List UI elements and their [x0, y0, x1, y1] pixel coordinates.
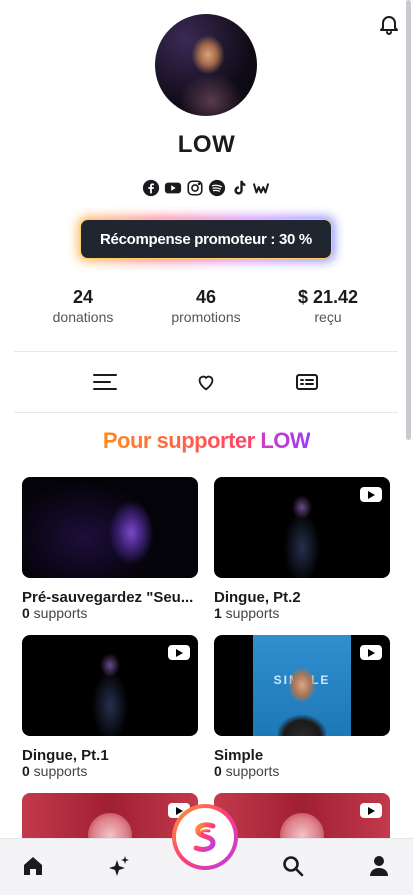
nav-search[interactable]	[280, 853, 306, 879]
wattpad-icon[interactable]	[252, 179, 270, 197]
card-supports: 0 supports	[22, 764, 198, 779]
youtube-icon	[360, 645, 382, 660]
card-thumbnail: SIMPLE	[214, 635, 390, 736]
stat-value: 46	[195, 287, 217, 307]
support-label: supports	[221, 605, 280, 621]
tab-list[interactable]	[90, 366, 120, 398]
card-title: Simple	[214, 747, 264, 764]
support-label: supports	[29, 763, 88, 779]
section-title-artist: LOW	[260, 428, 311, 453]
card-thumbnail	[214, 477, 390, 578]
support-label: supports	[221, 763, 280, 779]
stat-donations: 24 donations	[23, 287, 143, 325]
nav-center-logo[interactable]	[172, 804, 238, 870]
profile-tabs	[0, 366, 413, 398]
card-supports: 0 supports	[22, 606, 198, 621]
stat-label: reçu	[314, 309, 342, 325]
app-logo-icon	[193, 822, 216, 852]
card-supports: 1 supports	[214, 606, 390, 621]
cover-portrait	[278, 663, 326, 736]
search-icon	[283, 856, 304, 877]
bell-icon[interactable]	[377, 12, 401, 36]
nav-profile[interactable]	[366, 853, 392, 879]
support-label: supports	[29, 605, 88, 621]
card-thumbnail	[22, 635, 198, 736]
stat-promotions: 46 promotions	[146, 287, 266, 325]
card-title: Pré-sauvegardez "Seu...	[22, 589, 194, 606]
campaign-card[interactable]: SIMPLE Simple 0 supports	[214, 635, 390, 779]
tab-favorites[interactable]	[191, 366, 221, 398]
support-count: 0	[22, 605, 30, 621]
section-title-part1: Pour supporter	[102, 428, 261, 453]
divider	[14, 351, 398, 352]
logo-inner	[176, 808, 234, 866]
instagram-icon[interactable]	[186, 179, 204, 197]
artist-name: LOW	[177, 131, 236, 158]
youtube-icon[interactable]	[164, 179, 182, 197]
support-count: 0	[214, 763, 222, 779]
home-icon	[24, 857, 42, 875]
album-cover: SIMPLE	[253, 635, 351, 736]
stat-value: 24	[72, 287, 94, 307]
list-icon	[93, 374, 117, 390]
campaign-card[interactable]: Dingue, Pt.1 0 supports	[22, 635, 198, 779]
profile-icon	[370, 856, 388, 876]
section-title: Pour supporter LOW	[0, 428, 413, 454]
heart-icon	[198, 375, 214, 391]
artist-avatar	[155, 14, 257, 116]
nav-discover[interactable]	[106, 853, 132, 879]
tiktok-icon[interactable]	[230, 179, 248, 197]
sparkle-icon	[109, 856, 129, 876]
facebook-icon[interactable]	[142, 179, 160, 197]
campaign-card[interactable]: Pré-sauvegardez "Seu... 0 supports	[22, 477, 198, 621]
card-supports: 0 supports	[214, 764, 390, 779]
promoter-reward-button[interactable]: Récompense promoteur : 30 %	[80, 219, 332, 259]
tab-tickets[interactable]	[292, 366, 322, 398]
card-title: Dingue, Pt.1	[22, 747, 109, 764]
support-count: 0	[22, 763, 30, 779]
youtube-icon	[168, 645, 190, 660]
nav-home[interactable]	[20, 853, 46, 879]
divider	[14, 412, 398, 413]
stat-value: $ 21.42	[297, 287, 359, 307]
stat-received: $ 21.42 reçu	[268, 287, 388, 325]
youtube-icon	[360, 803, 382, 818]
youtube-icon	[360, 487, 382, 502]
stat-label: promotions	[171, 309, 241, 325]
ticket-icon	[296, 374, 318, 390]
campaign-card[interactable]: Dingue, Pt.2 1 supports	[214, 477, 390, 621]
spotify-icon[interactable]	[208, 179, 226, 197]
card-title: Dingue, Pt.2	[214, 589, 301, 606]
card-thumbnail	[22, 477, 198, 578]
stat-label: donations	[52, 309, 114, 325]
social-links	[142, 178, 272, 198]
support-count: 1	[214, 605, 222, 621]
